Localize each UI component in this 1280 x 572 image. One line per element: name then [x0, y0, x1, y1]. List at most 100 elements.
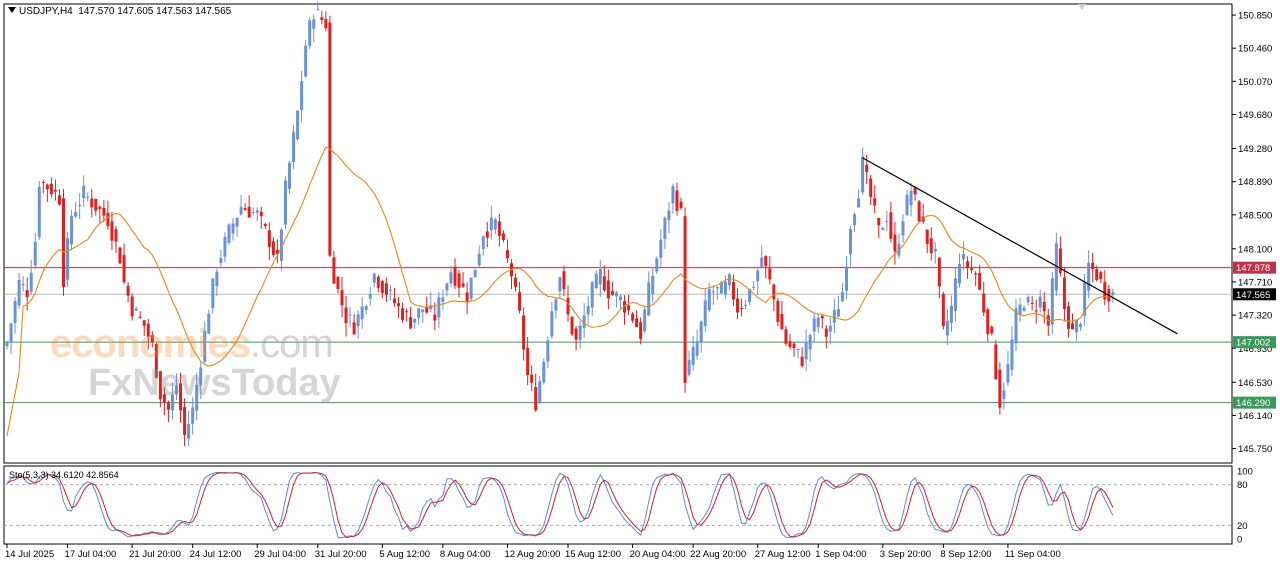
- candle-body: [98, 206, 102, 209]
- candle-body: [312, 19, 316, 29]
- candle-body: [986, 309, 990, 335]
- candle-body: [469, 277, 473, 299]
- candle-body: [998, 369, 1002, 408]
- candle-body: [106, 212, 110, 227]
- candle-body: [336, 277, 340, 290]
- candle-body: [235, 217, 239, 227]
- candle-body: [949, 305, 953, 323]
- candle-body: [1018, 304, 1022, 315]
- candle-body: [5, 342, 9, 347]
- candle-body: [405, 311, 409, 313]
- candle-body: [489, 217, 493, 231]
- candle-body: [255, 210, 259, 213]
- candle-body: [505, 250, 509, 259]
- candle-body: [643, 309, 647, 332]
- candle-body: [231, 223, 235, 234]
- candle-body: [639, 322, 643, 339]
- candle-body: [1099, 272, 1103, 280]
- candle-body: [94, 198, 98, 211]
- candle-body: [578, 325, 582, 340]
- candle-body: [102, 208, 106, 216]
- candle-body: [380, 281, 384, 293]
- candle-body: [957, 264, 961, 284]
- candle-body: [990, 326, 994, 334]
- candle-body: [889, 212, 893, 239]
- level-label-146.290: 146.290: [1236, 398, 1270, 409]
- chart-canvas[interactable]: 150.850 150.460 150.070 149.680 149.280 148.8…: [0, 0, 1280, 567]
- candle-body: [114, 229, 118, 242]
- candle-body: [522, 315, 526, 350]
- candle-body: [518, 292, 522, 311]
- candle-body: [324, 19, 328, 29]
- candle-body: [211, 278, 215, 309]
- candle-body: [627, 305, 631, 311]
- candle-body: [683, 216, 687, 384]
- candle-body: [441, 297, 445, 303]
- candle-body: [614, 292, 618, 297]
- candle-body: [699, 321, 703, 343]
- time-tick-label: 8 Aug 04:00: [440, 549, 491, 560]
- candle-body: [764, 256, 768, 267]
- candle-body: [356, 314, 360, 327]
- candle-body: [283, 180, 287, 225]
- candle-body: [534, 387, 538, 411]
- candle-body: [514, 277, 518, 288]
- candle-body: [223, 236, 227, 257]
- time-tick-label: 17 Jul 04:00: [65, 549, 117, 560]
- price-tick-label: 149.680: [1238, 110, 1272, 121]
- candle-body: [574, 328, 578, 340]
- candle-body: [796, 348, 800, 351]
- candle-body: [49, 183, 53, 195]
- candle-body: [877, 217, 881, 226]
- candle-body: [917, 201, 921, 222]
- candle-body: [53, 189, 57, 192]
- candle-body: [663, 217, 667, 239]
- time-tick-label: 3 Sep 20:00: [880, 549, 931, 560]
- candle-body: [332, 257, 336, 284]
- candle-body: [138, 316, 142, 318]
- candle-body: [1075, 319, 1079, 333]
- price-tick-label: 147.320: [1238, 311, 1272, 322]
- candle-body: [647, 282, 651, 316]
- stochastic-tick-label: 80: [1237, 480, 1248, 491]
- candle-body: [1038, 296, 1042, 308]
- candle-body: [9, 323, 13, 343]
- candle-body: [933, 248, 937, 252]
- price-tick-label: 150.460: [1238, 44, 1272, 55]
- candle-body: [1062, 277, 1066, 310]
- stochastic-main-value: 34.6120: [51, 470, 84, 480]
- candle-body: [849, 229, 853, 255]
- candle-body: [655, 258, 659, 272]
- candle-body: [635, 318, 639, 328]
- candle-body: [372, 273, 376, 283]
- candle-body: [33, 241, 37, 266]
- candle-body: [239, 207, 243, 215]
- candle-body: [586, 305, 590, 315]
- candle-body: [679, 201, 683, 209]
- collapse-triangle-icon[interactable]: [8, 7, 16, 13]
- candle-body: [360, 306, 364, 320]
- candle-body: [800, 356, 804, 367]
- candle-body: [853, 214, 857, 226]
- time-tick-label: 12 Aug 20:00: [504, 549, 560, 560]
- candle-body: [344, 307, 348, 324]
- time-tick-label: 24 Jul 12:00: [190, 549, 242, 560]
- candle-body: [37, 186, 41, 237]
- candle-body: [873, 198, 877, 206]
- candle-body: [259, 211, 263, 217]
- candle-body: [288, 162, 292, 189]
- candle-body: [376, 276, 380, 288]
- candle-body: [885, 220, 889, 222]
- candle-body: [618, 296, 622, 301]
- candle-body: [1006, 363, 1010, 383]
- candle-body: [1026, 296, 1030, 303]
- candle-body: [251, 211, 255, 213]
- candle-body: [348, 314, 352, 316]
- candle-body: [941, 293, 945, 327]
- candle-body: [1071, 323, 1075, 330]
- candle-body: [473, 269, 477, 278]
- candle-body: [292, 132, 296, 163]
- candle-body: [308, 20, 312, 46]
- candle-body: [667, 210, 671, 221]
- candle-body: [304, 45, 308, 77]
